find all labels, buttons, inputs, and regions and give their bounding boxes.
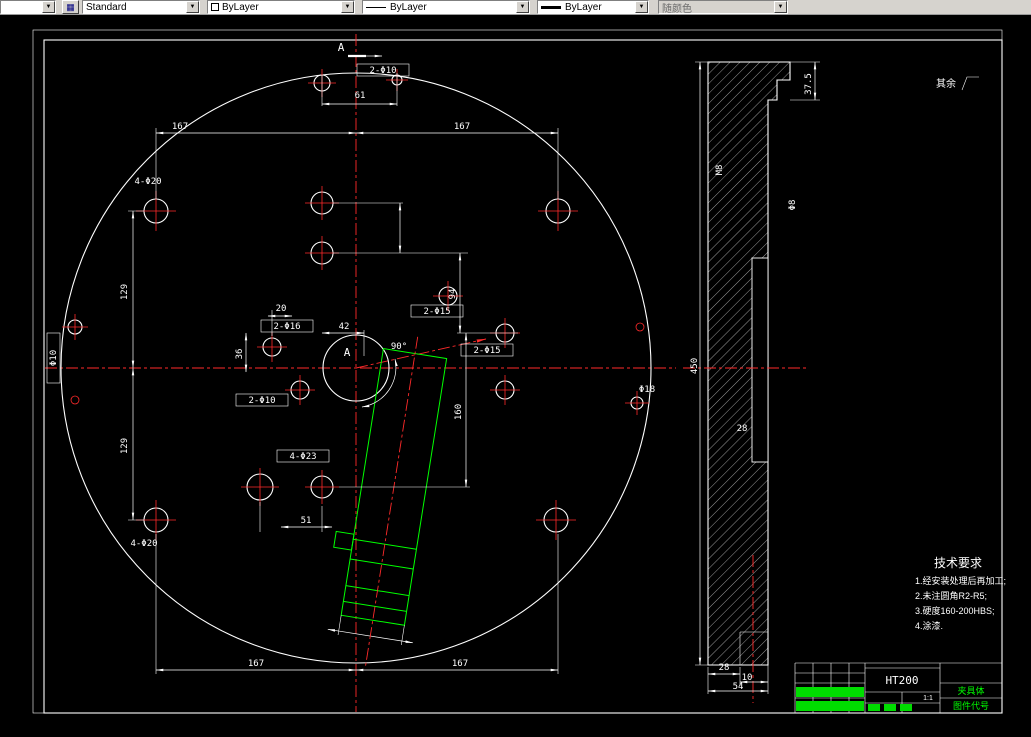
chevron-down-icon[interactable]: ▼ xyxy=(774,1,787,13)
title-block: HT200 夹具体 图件代号 1:1 xyxy=(794,662,1002,713)
cad-viewport[interactable]: A A 其余 技术要求 1.经安装处理后再加工; 2.未注圆角R2-R5; 3.… xyxy=(0,15,1031,737)
dim-label: 2-Φ10 xyxy=(248,396,275,406)
dim-label: Φ18 xyxy=(639,385,655,395)
dim-label: 129 xyxy=(120,438,130,454)
dim-label: 2-Φ10 xyxy=(369,66,396,76)
dim-label: 167 xyxy=(454,122,470,132)
dim-label: 54 xyxy=(733,682,744,692)
tech-requirements: 技术要求 1.经安装处理后再加工; 2.未注圆角R2-R5; 3.硬度160-2… xyxy=(915,556,1006,631)
chevron-down-icon[interactable]: ▼ xyxy=(42,1,55,13)
dim-label: 61 xyxy=(355,91,366,101)
scale-value: 1:1 xyxy=(923,695,933,702)
dim-label: 36 xyxy=(235,349,245,360)
dim-label: Φ10 xyxy=(49,350,59,366)
highlight-row xyxy=(796,687,864,697)
tech-requirement-item: 1.经安装处理后再加工; xyxy=(915,575,1006,586)
dim-label: 20 xyxy=(276,304,287,314)
object-properties-toolbar: ▼ ▦ Standard ▼ ByLayer ▼ ByLayer ▼ ByLay… xyxy=(0,0,1031,15)
lineweight-value: ByLayer xyxy=(565,1,602,13)
linetype-value: ByLayer xyxy=(390,1,427,13)
part-name: 夹具体 xyxy=(957,685,984,696)
surface-finish-note: 其余 xyxy=(936,76,979,91)
dim-label: 4-Φ23 xyxy=(289,452,316,462)
dim-label: 94 xyxy=(448,289,458,300)
material-label: HT200 xyxy=(885,674,918,687)
dim-label: 28 xyxy=(737,424,748,434)
highlight-row xyxy=(796,701,864,711)
highlight-cell xyxy=(884,704,896,711)
drawing-canvas[interactable]: A A 其余 技术要求 1.经安装处理后再加工; 2.未注圆角R2-R5; 3.… xyxy=(0,15,1031,737)
tech-requirement-item: 4.涂漆. xyxy=(915,620,943,631)
surface-finish-text: 其余 xyxy=(936,77,956,90)
dim-label: 160 xyxy=(454,404,464,420)
label-boxes xyxy=(46,63,514,463)
dim-label: 2-Φ15 xyxy=(473,346,500,356)
section-label-center: A xyxy=(344,346,351,359)
dim-label: 167 xyxy=(248,659,264,669)
roughness-icon xyxy=(961,76,979,91)
dim-label: M8 xyxy=(715,165,725,176)
chevron-down-icon[interactable]: ▼ xyxy=(341,1,354,13)
lineweight-combo[interactable]: ByLayer ▼ xyxy=(537,0,649,14)
dim-label: 4-Φ20 xyxy=(130,539,157,549)
angle-dimension-arc xyxy=(361,358,398,408)
dim-label: 90° xyxy=(391,342,407,352)
dim-label: Φ8 xyxy=(788,200,798,211)
section-outline xyxy=(707,61,791,666)
dim-label: 129 xyxy=(120,284,130,300)
text-style-combo[interactable]: Standard ▼ xyxy=(82,0,200,14)
dim-label: 167 xyxy=(172,122,188,132)
color-combo[interactable]: ByLayer ▼ xyxy=(207,0,355,14)
dim-label: 51 xyxy=(301,516,312,526)
hole-center-marks xyxy=(62,69,649,540)
section-label-top: A xyxy=(338,41,345,54)
dim-label: 450 xyxy=(690,358,700,374)
linetype-combo[interactable]: ByLayer ▼ xyxy=(362,0,530,14)
layers-icon: ▦ xyxy=(66,2,75,12)
selected-slot[interactable] xyxy=(316,329,460,672)
dim-label: 42 xyxy=(339,322,350,332)
front-view[interactable] xyxy=(45,34,820,712)
drawing-number-label: 图件代号 xyxy=(953,700,989,711)
centerlines xyxy=(45,34,676,712)
chevron-down-icon[interactable]: ▼ xyxy=(516,1,529,13)
lineweight-sample xyxy=(541,5,561,9)
properties-button[interactable]: ▦ xyxy=(62,0,79,14)
highlight-cell xyxy=(868,704,880,711)
color-swatch xyxy=(211,3,219,11)
side-section-view[interactable] xyxy=(683,61,806,703)
dim-label: 2-Φ15 xyxy=(423,307,450,317)
holes xyxy=(67,74,644,533)
dim-label: 167 xyxy=(452,659,468,669)
tech-requirements-title: 技术要求 xyxy=(934,556,982,570)
color-value: ByLayer xyxy=(222,1,259,13)
plotstyle-combo[interactable]: 随颜色 ▼ xyxy=(658,0,788,14)
text-style-value: Standard xyxy=(86,1,127,13)
dim-label: 2-Φ16 xyxy=(273,322,300,332)
tech-requirement-item: 3.硬度160-200HBS; xyxy=(915,605,995,616)
tech-requirement-item: 2.未注圆角R2-R5; xyxy=(915,590,987,601)
dim-label: 28 xyxy=(719,663,730,673)
dimension-labels: 2-Φ10 61 167 167 4-Φ20 129 129 Φ10 20 2-Φ16 42 90° 2… xyxy=(49,66,814,692)
section-recess xyxy=(751,257,769,463)
left-combo[interactable]: ▼ xyxy=(0,0,56,14)
chevron-down-icon[interactable]: ▼ xyxy=(635,1,648,13)
linetype-sample xyxy=(366,6,386,8)
plotstyle-value: 随颜色 xyxy=(662,3,692,14)
chevron-down-icon[interactable]: ▼ xyxy=(186,1,199,13)
dim-label: 37.5 xyxy=(804,73,814,95)
dim-label: 4-Φ20 xyxy=(134,177,161,187)
highlight-cell xyxy=(900,704,912,711)
